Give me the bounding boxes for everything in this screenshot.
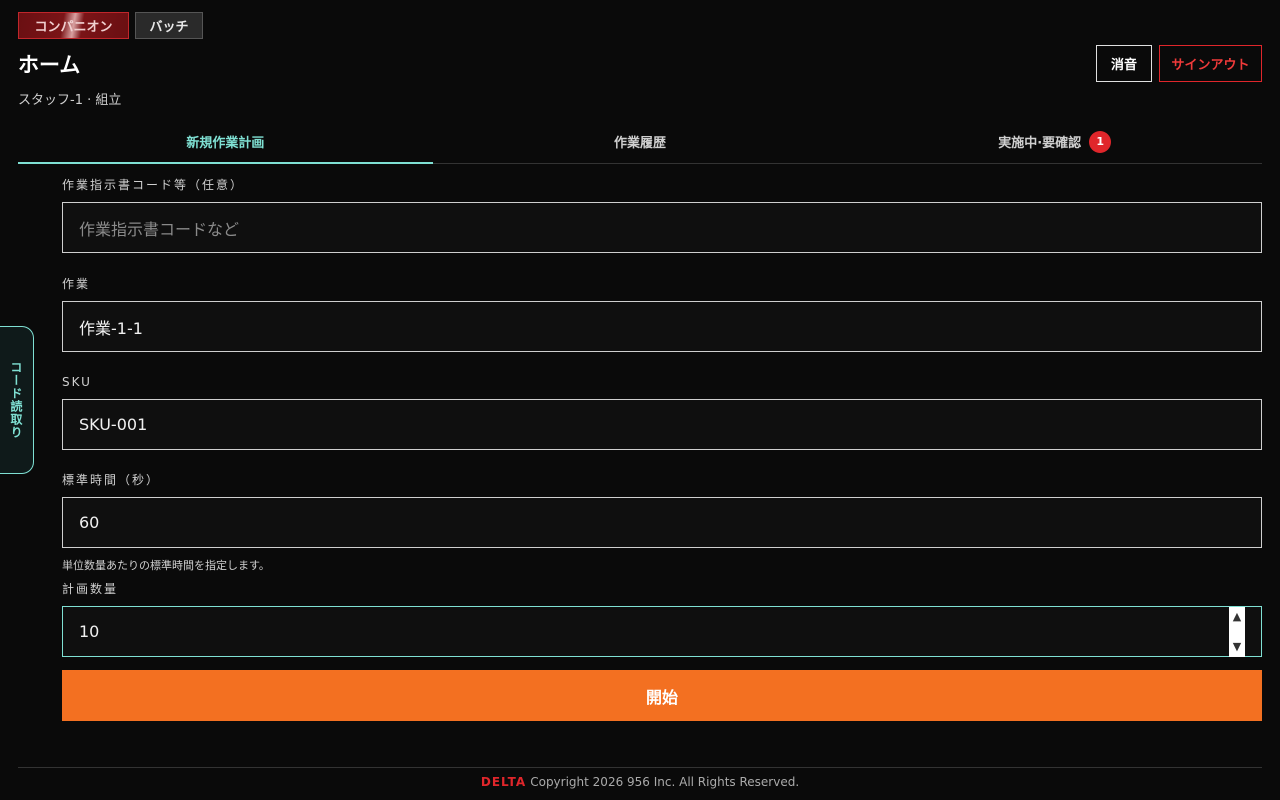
footer-copyright: Copyright 2026 956 Inc. All Rights Reser…: [530, 775, 800, 789]
plan-qty-value: 10: [79, 622, 100, 641]
tab-in-progress[interactable]: 実施中·要確認 1: [847, 120, 1262, 163]
batch-mode-button[interactable]: バッチ: [135, 12, 203, 39]
mute-button[interactable]: 消音: [1096, 45, 1152, 82]
task-input[interactable]: 作業-1-1: [62, 301, 1262, 352]
plan-qty-input[interactable]: 10 ▲ ▼: [62, 606, 1262, 657]
footer-brand: DELTA: [480, 775, 527, 789]
page-title: ホーム: [18, 53, 81, 77]
std-time-label: 標準時間（秒）: [62, 473, 161, 487]
tab-history[interactable]: 作業履歴: [433, 120, 848, 163]
std-time-input[interactable]: 60: [62, 497, 1262, 548]
increment-icon[interactable]: ▲: [1233, 611, 1241, 623]
side-tab-label: コード読取り: [9, 361, 23, 439]
top-actions: 消音 サインアウト: [1096, 45, 1262, 82]
plan-qty-label: 計画数量: [62, 582, 119, 596]
sku-input[interactable]: SKU-001: [62, 399, 1262, 450]
start-button[interactable]: 開始: [62, 670, 1262, 721]
code-scan-side-button[interactable]: コード読取り: [0, 326, 34, 474]
mode-switch: コンパニオン バッチ: [18, 12, 203, 39]
footer: DELTA Copyright 2026 956 Inc. All Rights …: [0, 775, 1280, 789]
tab-label: 作業履歴: [614, 136, 667, 151]
new-plan-form: 作業指示書コード等（任意） 作業指示書コードなど 作業 作業-1-1 SKU S…: [62, 176, 1262, 721]
quantity-stepper[interactable]: ▲ ▼: [1229, 607, 1245, 657]
tab-new-plan[interactable]: 新規作業計画: [18, 120, 433, 164]
order-code-input[interactable]: 作業指示書コードなど: [62, 202, 1262, 253]
tab-label: 新規作業計画: [186, 136, 265, 151]
decrement-icon[interactable]: ▼: [1233, 641, 1241, 653]
sku-label: SKU: [62, 375, 92, 389]
tab-label: 実施中·要確認: [998, 136, 1082, 151]
count-badge: 1: [1089, 130, 1112, 153]
std-time-hint: 単位数量あたりの標準時間を指定します。: [62, 559, 270, 572]
task-label: 作業: [62, 277, 91, 291]
tab-bar: 新規作業計画 作業履歴 実施中·要確認 1: [18, 120, 1262, 164]
order-code-label: 作業指示書コード等（任意）: [62, 178, 245, 192]
signout-button[interactable]: サインアウト: [1159, 45, 1262, 82]
footer-divider: [18, 767, 1262, 768]
companion-mode-button[interactable]: コンパニオン: [18, 12, 129, 39]
user-subtitle: スタッフ-1 · 組立: [18, 93, 122, 108]
